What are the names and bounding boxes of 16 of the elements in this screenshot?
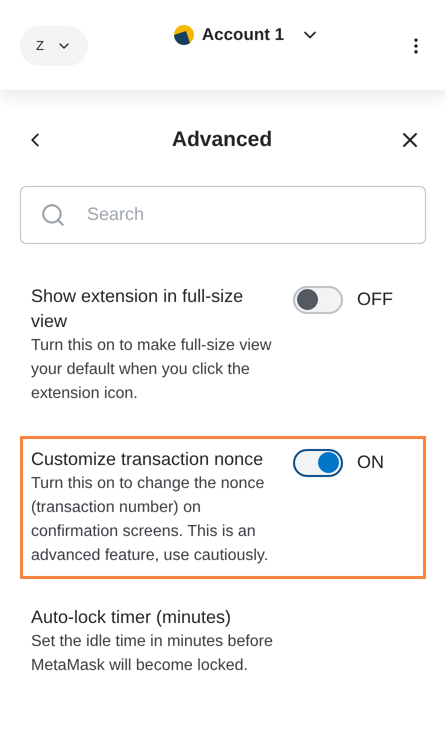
setting-title: Auto-lock timer (minutes) — [31, 606, 232, 629]
setting-description: Set the idle time in minutes before MetaMask will become locked. — [31, 632, 274, 676]
setting-title: Customize transaction nonce — [31, 448, 264, 470]
setting-description: Turn this on to change the nonce (transaction number) on confirmation screens. This is an advanced feature, use cautiously. — [31, 474, 270, 566]
page-title: Advanced — [172, 127, 272, 153]
account-avatar-icon — [174, 24, 194, 45]
toggle-switch[interactable] — [293, 286, 343, 314]
toggle-state-label: OFF — [357, 288, 393, 311]
toggle-switch[interactable] — [293, 448, 343, 476]
network-selector[interactable]: Z — [20, 26, 88, 66]
search-icon — [40, 202, 66, 228]
toggle-state-label: ON — [357, 451, 384, 474]
setting-description: Turn this on to make full-size view your default when you click the extension icon. — [31, 336, 272, 404]
search-field[interactable]: Search — [20, 186, 426, 244]
account-selector[interactable]: Account 1 — [174, 22, 320, 48]
setting-title: Show extension in full-size view — [31, 284, 244, 332]
